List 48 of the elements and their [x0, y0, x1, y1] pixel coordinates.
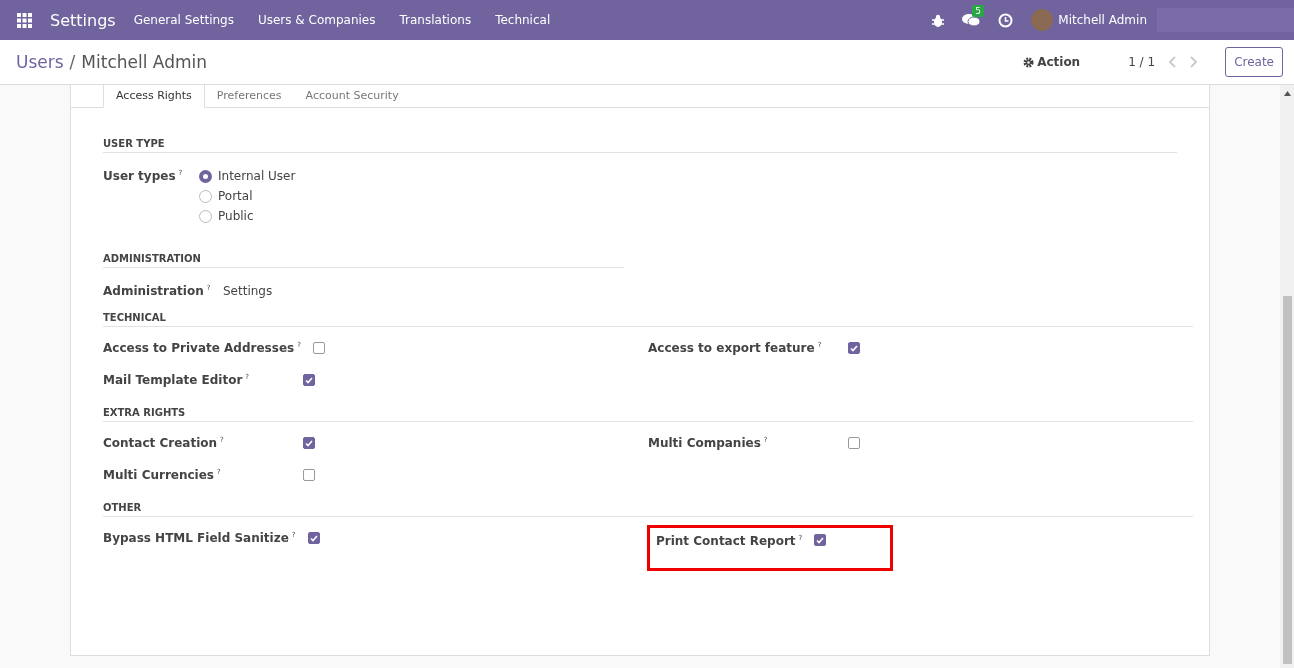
checkbox[interactable]: [307, 532, 320, 544]
checkbox[interactable]: [303, 437, 315, 449]
field-label: Access to Private Addresses $^{?}$: [103, 341, 301, 355]
bug-icon[interactable]: [932, 13, 945, 27]
create-button[interactable]: Create: [1225, 47, 1283, 77]
menu-item[interactable]: Technical: [495, 13, 551, 27]
scroll-up-icon[interactable]: [1283, 91, 1291, 96]
breadcrumb-separator: /: [69, 52, 76, 72]
section-title: OTHER: [103, 502, 142, 513]
scrollbar[interactable]: [1280, 85, 1294, 668]
tab[interactable]: Access Rights: [103, 85, 205, 108]
breadcrumb-current: Mitchell Admin: [81, 52, 207, 72]
field-label: Multi Currencies $^{?}$: [103, 468, 222, 482]
checkbox[interactable]: [303, 469, 315, 481]
section-title: USER TYPE: [103, 138, 165, 149]
radio-button[interactable]: [199, 169, 212, 183]
checkbox[interactable]: [848, 342, 860, 354]
action-menu[interactable]: Action: [1023, 55, 1081, 69]
field-label: Contact Creation $^{?}$: [103, 436, 225, 450]
radio-label[interactable]: Public: [218, 209, 254, 223]
checkbox[interactable]: [312, 342, 325, 354]
field-label: Access to export feature $^{?}$: [648, 341, 823, 355]
section-title: ADMINISTRATION: [103, 253, 201, 264]
gear-icon: [1023, 56, 1035, 68]
section-title: TECHNICAL: [103, 312, 166, 323]
menu-item[interactable]: Users & Companies: [257, 13, 376, 27]
pager-value: 1 / 1: [1128, 55, 1156, 69]
clock-icon[interactable]: [998, 12, 1014, 28]
message-count-badge: 5: [972, 5, 984, 17]
radio-label[interactable]: Internal User: [218, 169, 296, 183]
checkbox[interactable]: [814, 534, 827, 546]
apps-grid-icon[interactable]: [17, 12, 32, 28]
tab[interactable]: Account Security: [293, 85, 411, 107]
menu-item[interactable]: General Settings: [133, 13, 234, 27]
field-label: Bypass HTML Field Sanitize $^{?}$: [103, 531, 296, 545]
menu-item[interactable]: Translations: [399, 13, 472, 27]
radio-label[interactable]: Portal: [218, 189, 253, 203]
section-title: EXTRA RIGHTS: [103, 407, 186, 418]
field-value[interactable]: Settings: [223, 284, 273, 298]
field-label: Multi Companies $^{?}$: [648, 436, 769, 450]
app-title[interactable]: Settings: [50, 10, 116, 30]
tab[interactable]: Preferences: [204, 85, 294, 107]
breadcrumb-link[interactable]: Users: [16, 52, 64, 72]
field-label: Mail Template Editor $^{?}$: [103, 373, 251, 387]
field-label: Print Contact Report $^{?}$: [656, 534, 803, 548]
checkbox[interactable]: [303, 374, 315, 386]
checkbox[interactable]: [848, 437, 860, 449]
user-name[interactable]: Mitchell Admin: [1058, 13, 1147, 27]
